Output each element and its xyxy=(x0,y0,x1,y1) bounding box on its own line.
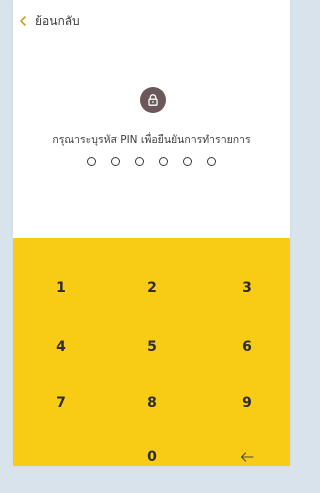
key-3[interactable]: 3 xyxy=(217,268,277,308)
key-4[interactable]: 4 xyxy=(31,327,91,367)
key-6[interactable]: 6 xyxy=(217,327,277,367)
back-label: ย้อนกลับ xyxy=(35,14,80,28)
pin-entry-panel: ย้อนกลับ กรุณาระบุรหัส PIN เพื่อยืนยันกา… xyxy=(13,0,290,466)
pin-instruction: กรุณาระบุรหัส PIN เพื่อยืนยันการทำรายการ xyxy=(52,134,251,146)
lock-badge xyxy=(140,87,166,113)
key-0[interactable]: 0 xyxy=(122,437,182,477)
pin-dot xyxy=(207,157,216,166)
pin-dot xyxy=(183,157,192,166)
pin-dot xyxy=(87,157,96,166)
key-8[interactable]: 8 xyxy=(122,383,182,423)
pin-dot xyxy=(159,157,168,166)
pin-dot xyxy=(135,157,144,166)
pin-dots xyxy=(13,157,290,166)
back-button[interactable]: ย้อนกลับ xyxy=(17,14,80,28)
key-5[interactable]: 5 xyxy=(122,327,182,367)
number-keypad: 1 2 3 4 5 6 7 8 9 0 xyxy=(13,238,290,466)
backspace-key[interactable] xyxy=(217,437,277,477)
lock-icon xyxy=(148,94,158,106)
pin-dot xyxy=(111,157,120,166)
key-1[interactable]: 1 xyxy=(31,268,91,308)
backspace-arrow-icon xyxy=(240,452,254,462)
key-9[interactable]: 9 xyxy=(217,383,277,423)
chevron-left-icon xyxy=(20,16,26,26)
key-7[interactable]: 7 xyxy=(31,383,91,423)
key-2[interactable]: 2 xyxy=(122,268,182,308)
